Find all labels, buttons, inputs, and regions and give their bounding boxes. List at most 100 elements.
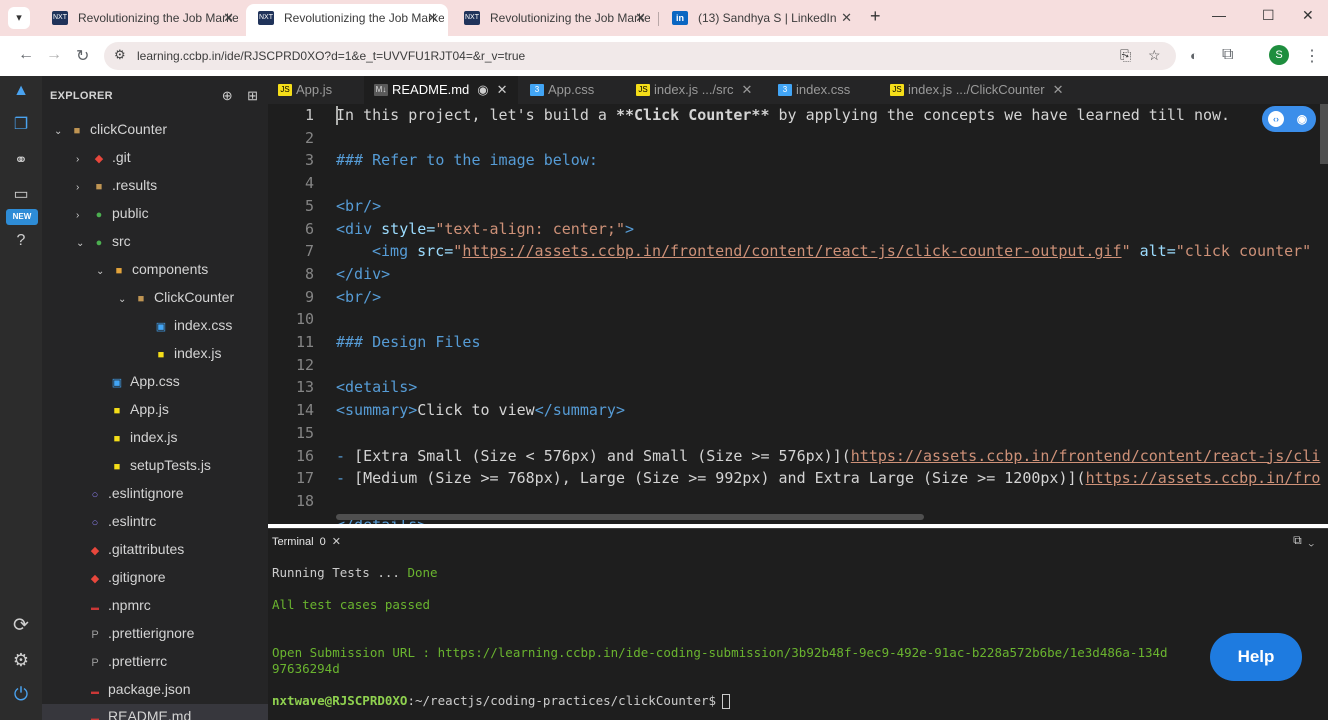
tree-folder-components[interactable]: ⌄ ■ components bbox=[96, 255, 208, 283]
terminal-prompt[interactable]: nxtwave@RJSCPRD0XO:~/reactjs/coding-prac… bbox=[272, 693, 731, 709]
tree-file-app-css[interactable]: ▣ App.css bbox=[108, 367, 180, 395]
code-view-icon[interactable]: ‹› bbox=[1268, 111, 1284, 127]
profile-avatar[interactable]: S bbox=[1269, 45, 1289, 65]
vertical-scrollbar[interactable] bbox=[1320, 104, 1328, 164]
close-terminal-icon[interactable]: ✕ bbox=[332, 536, 341, 548]
code-line-8: </div> bbox=[336, 264, 391, 283]
chevron-down-icon[interactable]: ⌄ bbox=[1308, 533, 1314, 547]
site-info-icon[interactable]: ⚙ bbox=[114, 47, 126, 63]
close-window-icon[interactable]: ✕ bbox=[1302, 7, 1314, 24]
tree-file-gitattributes[interactable]: ◆ .gitattributes bbox=[86, 535, 185, 563]
close-tab-icon[interactable]: ✕ bbox=[841, 4, 852, 32]
tree-file-index-css[interactable]: ▣ index.css bbox=[152, 311, 233, 339]
browser-toolbar: ← → ↻ ⚙ learning.ccbp.in/ide/RJSCPRD0XO?… bbox=[0, 36, 1328, 76]
minimize-icon[interactable]: — bbox=[1212, 7, 1226, 23]
close-tab-icon[interactable]: ✕ bbox=[635, 4, 646, 32]
tree-file-package-json[interactable]: ▬ package.json bbox=[86, 675, 191, 703]
code-editor[interactable]: 1 2 3 4 5 6 7 8 9 10 11 12 13 14 15 16 1… bbox=[268, 104, 1328, 524]
code-line-17: - [Medium (Size >= 768px), Large (Size >… bbox=[336, 469, 1321, 488]
terminal-tab[interactable]: Terminal 0 ✕ bbox=[272, 535, 341, 548]
bookmark-star-icon[interactable]: ☆ bbox=[1148, 47, 1161, 64]
css-file-icon: ▣ bbox=[155, 321, 167, 333]
line-number: 5 bbox=[304, 196, 314, 215]
tree-folder-clickcounter[interactable]: ⌄ ■ clickCounter bbox=[54, 115, 167, 143]
tree-file-src-index-js[interactable]: ■ index.js bbox=[108, 423, 178, 451]
js-file-icon: ■ bbox=[113, 405, 121, 417]
browser-tab[interactable]: NXT Revolutionizing the Job Market ✕ bbox=[40, 4, 244, 36]
address-bar[interactable]: ⚙ learning.ccbp.in/ide/RJSCPRD0XO?d=1&e_… bbox=[104, 42, 1176, 70]
js-file-icon: JS bbox=[890, 84, 904, 96]
editor-tab-index-css[interactable]: 3 index.css bbox=[768, 76, 878, 104]
browser-tab-active[interactable]: NXT Revolutionizing the Job Market ✕ bbox=[246, 4, 448, 36]
reload-icon[interactable]: ↻ bbox=[76, 46, 89, 66]
browser-tab[interactable]: NXT Revolutionizing the Job Market ✕ bbox=[452, 4, 656, 36]
tree-folder-src[interactable]: ⌄ ● src bbox=[76, 227, 131, 255]
chat-icon[interactable]: ▭ bbox=[10, 184, 32, 206]
browser-tab[interactable]: in (13) Sandhya S | LinkedIn ✕ bbox=[660, 4, 862, 36]
folder-icon: ■ bbox=[137, 293, 145, 305]
maximize-panel-icon[interactable]: ⧉ bbox=[1293, 533, 1302, 547]
tree-file-index-js[interactable]: ■ index.js bbox=[152, 339, 222, 367]
code-line-3: ### Refer to the image below: bbox=[336, 151, 598, 170]
browser-menu-icon[interactable]: ⋮ bbox=[1304, 46, 1320, 66]
editor-tab-readme[interactable]: M↓ README.md ◉ ✕ bbox=[364, 76, 518, 104]
tree-file-eslintrc[interactable]: ○ .eslintrc bbox=[86, 507, 157, 535]
close-tab-icon[interactable]: ✕ bbox=[1053, 76, 1064, 104]
code-line-5: <br/> bbox=[336, 196, 382, 215]
help-question-icon[interactable]: ? bbox=[10, 232, 32, 254]
close-tab-icon[interactable]: ✕ bbox=[223, 4, 234, 32]
nxtwave-favicon-icon: NXT bbox=[258, 11, 274, 25]
tab-search-chevron-icon[interactable]: ▾ bbox=[8, 7, 30, 29]
editor-tab-app-js[interactable]: JS App.js bbox=[268, 76, 364, 104]
maximize-icon[interactable]: ☐ bbox=[1262, 7, 1275, 24]
preview-eye-icon[interactable]: ◉ bbox=[477, 76, 488, 104]
power-icon[interactable]: ⏻ bbox=[10, 684, 32, 706]
editor-view-toggle[interactable]: ‹› ◉ bbox=[1262, 106, 1316, 132]
tree-folder-results[interactable]: › ■ .results bbox=[76, 171, 157, 199]
install-app-icon[interactable]: ⎘ bbox=[1120, 47, 1131, 64]
extension-icon[interactable]: ◐ bbox=[1190, 48, 1198, 63]
tree-file-eslintignore[interactable]: ○ .eslintignore bbox=[86, 479, 184, 507]
tree-file-setuptests[interactable]: ■ setupTests.js bbox=[108, 451, 211, 479]
settings-gear-icon[interactable]: ⚙ bbox=[10, 650, 32, 672]
tree-folder-clickcounter-component[interactable]: ⌄ ■ ClickCounter bbox=[118, 283, 234, 311]
eslint-icon: ○ bbox=[91, 489, 99, 501]
activity-bar: ▲ ❐ ⚭ ▭ NEW ? ⟳ ⚙ ⏻ bbox=[0, 76, 42, 720]
tree-folder-public[interactable]: › ● public bbox=[76, 199, 149, 227]
prettier-icon: P bbox=[91, 657, 99, 669]
tab-divider bbox=[658, 12, 659, 26]
editor-tab-index-js-clickcounter[interactable]: JS index.js .../ClickCounter ✕ bbox=[880, 76, 1078, 104]
tree-file-prettierignore[interactable]: P .prettierignore bbox=[86, 619, 194, 647]
refresh-icon[interactable]: ⟳ bbox=[10, 614, 32, 636]
editor-tab-app-css[interactable]: 3 App.css bbox=[520, 76, 626, 104]
preview-eye-icon[interactable]: ◉ bbox=[1294, 111, 1310, 127]
tree-folder-git[interactable]: › ◆ .git bbox=[76, 143, 131, 171]
terminal-cursor bbox=[722, 694, 731, 709]
css-file-icon: 3 bbox=[778, 84, 792, 96]
tree-file-npmrc[interactable]: ▬ .npmrc bbox=[86, 591, 151, 619]
explorer-files-icon[interactable]: ❐ bbox=[10, 114, 32, 136]
git-file-icon: ◆ bbox=[90, 573, 100, 585]
back-icon[interactable]: ← bbox=[18, 46, 34, 64]
terminal-passed-line: All test cases passed bbox=[272, 597, 431, 612]
tree-file-readme[interactable]: ▬ README.md bbox=[86, 702, 191, 720]
nxtwave-logo-icon: ▲ bbox=[13, 82, 29, 99]
help-button[interactable]: Help bbox=[1210, 633, 1302, 681]
css-file-icon: ▣ bbox=[111, 377, 123, 389]
link-icon[interactable]: ⚭ bbox=[10, 150, 32, 172]
tree-file-gitignore[interactable]: ◆ .gitignore bbox=[86, 563, 166, 591]
tree-file-prettierrc[interactable]: P .prettierrc bbox=[86, 647, 167, 675]
css-file-icon: 3 bbox=[530, 84, 544, 96]
new-folder-icon[interactable]: ⊞ bbox=[247, 88, 258, 103]
editor-tab-index-js-src[interactable]: JS index.js .../src ✕ bbox=[626, 76, 768, 104]
puzzle-extensions-icon[interactable]: ⧉ bbox=[1222, 46, 1233, 64]
close-tab-icon[interactable]: ✕ bbox=[427, 4, 438, 32]
close-tab-icon[interactable]: ✕ bbox=[741, 76, 752, 104]
horizontal-scrollbar[interactable] bbox=[336, 514, 924, 520]
close-tab-icon[interactable]: ✕ bbox=[497, 76, 508, 104]
new-file-icon[interactable]: ⊕ bbox=[222, 88, 233, 103]
forward-icon[interactable]: → bbox=[46, 46, 62, 64]
tree-file-app-js[interactable]: ■ App.js bbox=[108, 395, 169, 423]
line-number: 15 bbox=[295, 423, 314, 442]
new-tab-button[interactable]: + bbox=[870, 6, 881, 27]
